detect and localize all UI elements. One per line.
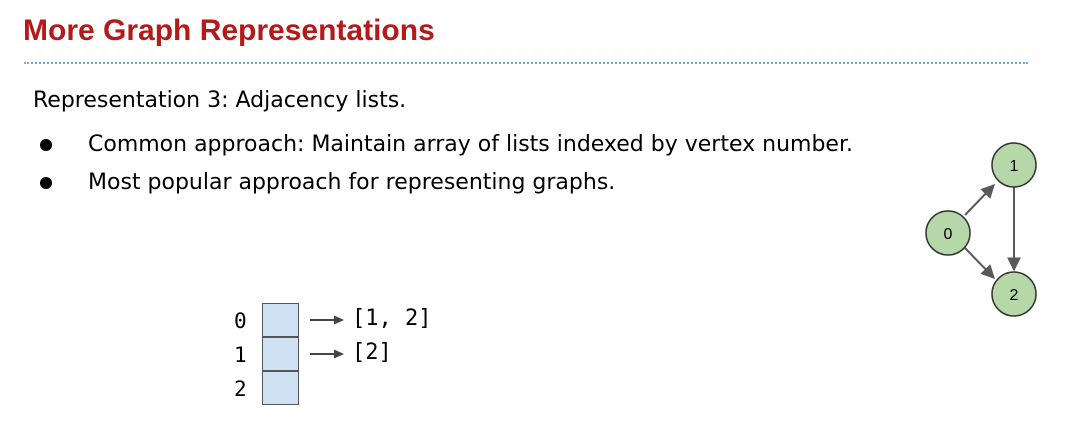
arrow-right-icon xyxy=(310,349,344,359)
graph-edge-0-2 xyxy=(964,247,995,280)
adjacency-row-1: 1 [2] xyxy=(234,337,534,371)
graph-node-0: 0 xyxy=(925,210,971,256)
node-label: 2 xyxy=(1010,287,1019,304)
bullet-text: Most popular approach for representing g… xyxy=(88,170,616,195)
adjacency-row-0: 0 [1, 2] xyxy=(234,303,534,337)
arrow-right-icon xyxy=(310,315,344,325)
bullet-dot-icon xyxy=(40,177,52,189)
node-label: 1 xyxy=(1010,158,1019,175)
bullet-dot-icon xyxy=(40,139,52,151)
directed-graph: 0 1 2 xyxy=(925,142,1037,317)
node-label: 0 xyxy=(944,226,953,243)
vertex-index: 1 xyxy=(234,343,247,367)
graph-edge-0-1 xyxy=(964,183,995,216)
array-cell xyxy=(262,337,299,371)
vertex-index: 0 xyxy=(234,309,247,333)
array-cell xyxy=(262,371,299,405)
graph-node-1: 1 xyxy=(991,142,1037,188)
array-cell xyxy=(262,303,299,337)
vertex-index: 2 xyxy=(234,377,247,401)
neighbor-list: [1, 2] xyxy=(352,306,432,331)
adjacency-row-2: 2 xyxy=(234,371,534,405)
slide-title: More Graph Representations xyxy=(23,14,435,47)
title-divider xyxy=(24,62,1028,64)
slide-subtitle: Representation 3: Adjacency lists. xyxy=(33,88,407,113)
neighbor-list: [2] xyxy=(352,340,392,365)
bullet-text: Common approach: Maintain array of lists… xyxy=(88,132,853,157)
graph-node-2: 2 xyxy=(991,271,1037,317)
